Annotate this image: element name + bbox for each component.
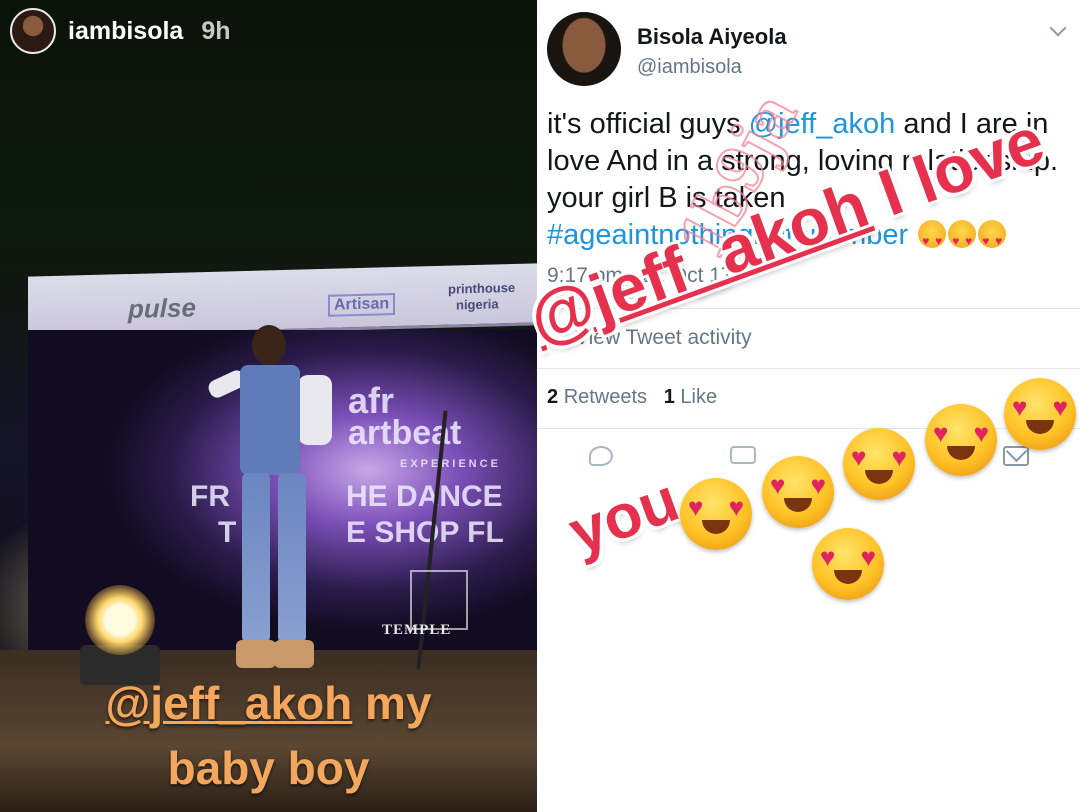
heart-eyes-emoji-icon: ♥ ♥ [925,404,997,476]
backdrop-text: HE DANCE [346,480,503,513]
chevron-down-icon[interactable] [1049,19,1067,37]
heart-eyes-emoji-icon: ♥ ♥ [680,478,752,550]
story-username[interactable]: iambisola [68,17,183,46]
likes-link[interactable]: Like [680,386,717,408]
tweet-author-name[interactable]: Bisola Aiyeola [637,24,787,50]
retweet-count: 2 [547,386,559,408]
divider [537,368,1080,369]
backdrop-text: E SHOP FL [346,516,504,549]
avatar[interactable] [547,12,621,86]
backdrop-text: EXPERIENCE [400,458,501,470]
sponsor-logo: Artisan [328,293,396,317]
heart-eyes-emoji-icon: ♥ ♥ [812,528,884,600]
sponsor-logo: printhouse [448,279,516,297]
heart-eyes-emoji-icon: ♥ ♥ [762,456,834,528]
spotlight [85,585,155,655]
story-header: iambisola 9h [10,8,231,54]
story-timestamp: 9h [201,16,231,45]
heart-eyes-emoji-icon [948,220,977,260]
like-count: 1 [663,386,675,408]
heart-eyes-emoji-icon: ♥ ♥ [843,428,915,500]
caption-text: my [352,677,432,729]
retweet-icon[interactable] [730,446,756,464]
heart-eyes-emoji-icon [978,220,1007,260]
avatar[interactable] [10,8,56,54]
instagram-story: iambisola 9h pulse Artisan printhouse ni… [0,0,537,812]
sponsor-logo: nigeria [456,296,499,313]
retweets-link[interactable]: Retweets [564,386,647,408]
heart-eyes-emoji-icon: ♥ ♥ [1004,378,1076,450]
story-caption-line2: baby boy [167,742,370,794]
tweet-author-handle[interactable]: @iambisola [637,56,742,79]
sponsor-logo: pulse [128,292,196,325]
performer [200,325,350,685]
temple-text: TEMPLE [382,622,452,638]
reply-icon[interactable] [589,446,613,466]
story-caption-line1: @jeff_akoh my [0,680,537,726]
heart-eyes-emoji-icon [918,220,947,260]
temple-logo [410,570,468,630]
divider [537,428,1080,429]
message-icon[interactable] [1003,446,1029,466]
tweet-stats: 2 Retweets 1 Like [547,386,717,409]
mention-link[interactable]: @jeff_akoh [105,677,352,729]
